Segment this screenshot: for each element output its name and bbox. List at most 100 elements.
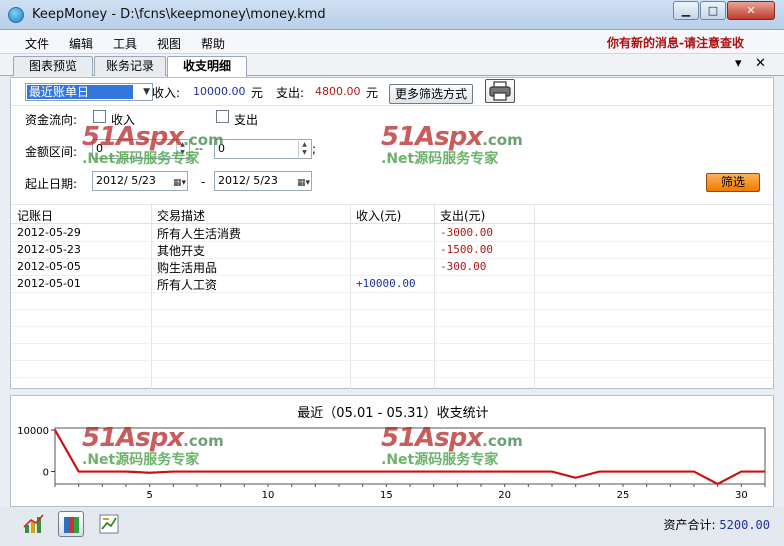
expense-unit: 元 [366, 86, 379, 100]
income-total: 10000.00 [193, 85, 246, 98]
x-tick-label: 10 [262, 490, 275, 501]
table-row [11, 293, 773, 310]
edit-chart-icon [99, 514, 119, 534]
row-description: 所有人工资 [157, 278, 218, 292]
x-tick-label: 5 [146, 490, 152, 501]
x-tick-label: 15 [380, 490, 393, 501]
amount-label: 金额区间: [25, 145, 78, 159]
menu-help[interactable]: 帮助 [201, 35, 225, 52]
expense-total: 4800.00 [315, 85, 361, 98]
tab-income-expense-detail[interactable]: 收支明细 [167, 56, 247, 77]
close-button[interactable]: ✕ [727, 1, 775, 20]
table-row[interactable]: 2012-05-29 所有人生活消费 -3000.00 [11, 225, 773, 242]
flow-label: 资金流向: [25, 113, 78, 127]
period-select-value: 最近账单日 [27, 85, 133, 99]
menu-view[interactable]: 视图 [157, 35, 181, 52]
row-description: 其他开支 [157, 244, 206, 258]
amount-from-stepper[interactable]: ▲ ▼ [176, 141, 188, 157]
amount-to-stepper[interactable]: ▲ ▼ [298, 141, 310, 157]
chart-panel: 最近（05.01 - 05.31）收支统计 0 10000 5 10 15 20 25 30 [10, 395, 774, 507]
books-icon [64, 517, 79, 533]
period-select[interactable]: 最近账单日 ▼ [25, 83, 153, 101]
amount-to-input[interactable]: 0 ▲ ▼ [214, 139, 312, 159]
table-row [11, 327, 773, 344]
column-description[interactable]: 交易描述 [157, 207, 205, 224]
x-tick-label: 25 [617, 490, 630, 501]
menu-bar: 文件 编辑 工具 视图 帮助 你有新的消息-请注意查收 [0, 30, 784, 54]
new-message-notice[interactable]: 你有新的消息-请注意查收 [607, 34, 744, 51]
date-to-picker[interactable]: 2012/ 5/23 ▦▾ [214, 171, 312, 191]
tab-account-records[interactable]: 账务记录 [94, 56, 166, 76]
income-unit: 元 [251, 86, 264, 100]
detail-panel: 最近账单日 ▼ 收入: 10000.00 元 支出: 4800.00 元 更多筛… [10, 77, 774, 390]
calendar-icon[interactable]: ▦▾ [297, 174, 310, 192]
table-row [11, 344, 773, 361]
tab-bar: 图表预览 账务记录 收支明细 ▾ ✕ [0, 54, 784, 77]
assets-value: 5200.00 [719, 518, 770, 532]
income-checkbox[interactable] [93, 110, 106, 123]
expense-checkbox[interactable] [216, 110, 229, 123]
menu-file[interactable]: 文件 [25, 35, 49, 52]
plot-area [54, 427, 766, 485]
x-tick-label: 30 [735, 490, 748, 501]
more-filters-button[interactable]: 更多筛选方式 [389, 84, 473, 104]
row-description: 购生活用品 [157, 261, 218, 275]
amount-end: ; [312, 142, 317, 156]
row-date: 2012-05-23 [17, 243, 81, 256]
column-date[interactable]: 记账日 [17, 207, 53, 224]
row-expense: -3000.00 [440, 226, 493, 239]
table-row [11, 361, 773, 378]
column-income[interactable]: 收入(元) [356, 207, 401, 224]
assets-label: 资产合计: [663, 518, 716, 532]
date-label: 起止日期: [25, 177, 78, 191]
x-tick-label: 20 [498, 490, 511, 501]
date-from-picker[interactable]: 2012/ 5/23 ▦▾ [92, 171, 188, 191]
calendar-icon[interactable]: ▦▾ [173, 174, 186, 192]
tab-chart-preview[interactable]: 图表预览 [13, 56, 93, 76]
y-tick-label: 0 [43, 468, 49, 479]
printer-icon [489, 81, 511, 101]
table-row[interactable]: 2012-05-23 其他开支 -1500.00 [11, 242, 773, 259]
line-chart: 0 10000 5 10 15 20 25 30 [17, 426, 766, 501]
table-row[interactable]: 2012-05-01 所有人工资 +10000.00 [11, 276, 773, 293]
window-title: KeepMoney - D:\fcns\keepmoney\money.kmd [32, 7, 326, 22]
income-checkbox-label: 收入 [111, 113, 136, 127]
column-expense[interactable]: 支出(元) [440, 207, 485, 224]
minimize-button[interactable]: ▁ [673, 1, 699, 20]
maximize-button[interactable]: □ [700, 1, 726, 20]
row-date: 2012-05-01 [17, 277, 81, 290]
bar-chart-icon [23, 514, 44, 533]
menu-tools[interactable]: 工具 [113, 35, 137, 52]
expense-checkbox-label: 支出 [234, 113, 259, 127]
table-row[interactable]: 2012-05-05 购生活用品 -300.00 [11, 259, 773, 276]
print-button[interactable] [485, 79, 515, 103]
table-row [11, 310, 773, 327]
date-from-value: 2012/ 5/23 [96, 174, 156, 187]
tab-close-icon[interactable]: ✕ [755, 56, 766, 71]
amount-from-input[interactable]: 0 ▲ ▼ [92, 139, 190, 159]
chevron-down-icon: ▼ [143, 87, 150, 97]
row-description: 所有人生活消费 [157, 227, 242, 241]
table-header: 记账日 交易描述 收入(元) 支出(元) [11, 204, 773, 224]
app-icon [8, 7, 24, 23]
tab-menu-icon[interactable]: ▾ [735, 56, 742, 71]
expense-label: 支出: [276, 86, 305, 100]
row-date: 2012-05-29 [17, 226, 81, 239]
filter-button[interactable]: 筛选 [706, 173, 760, 192]
report-tool-button[interactable] [96, 511, 122, 537]
y-tick-label: 10000 [17, 426, 49, 437]
amount-from-value: 0 [96, 142, 103, 155]
summary-bar: 最近账单日 ▼ 收入: 10000.00 元 支出: 4800.00 元 更多筛… [11, 78, 773, 106]
income-label: 收入: [152, 86, 181, 100]
row-expense: -1500.00 [440, 243, 493, 256]
row-income: +10000.00 [356, 277, 416, 290]
menu-edit[interactable]: 编辑 [69, 35, 93, 52]
assets-total: 资产合计: 5200.00 [664, 516, 770, 533]
date-separator: - [201, 175, 206, 189]
chart-tool-button[interactable] [21, 511, 47, 537]
amount-to-value: 0 [218, 142, 225, 155]
date-to-value: 2012/ 5/23 [218, 174, 278, 187]
ledger-tool-button[interactable] [58, 511, 84, 537]
amount-separator: -- [195, 142, 203, 155]
title-bar: KeepMoney - D:\fcns\keepmoney\money.kmd … [0, 0, 784, 30]
